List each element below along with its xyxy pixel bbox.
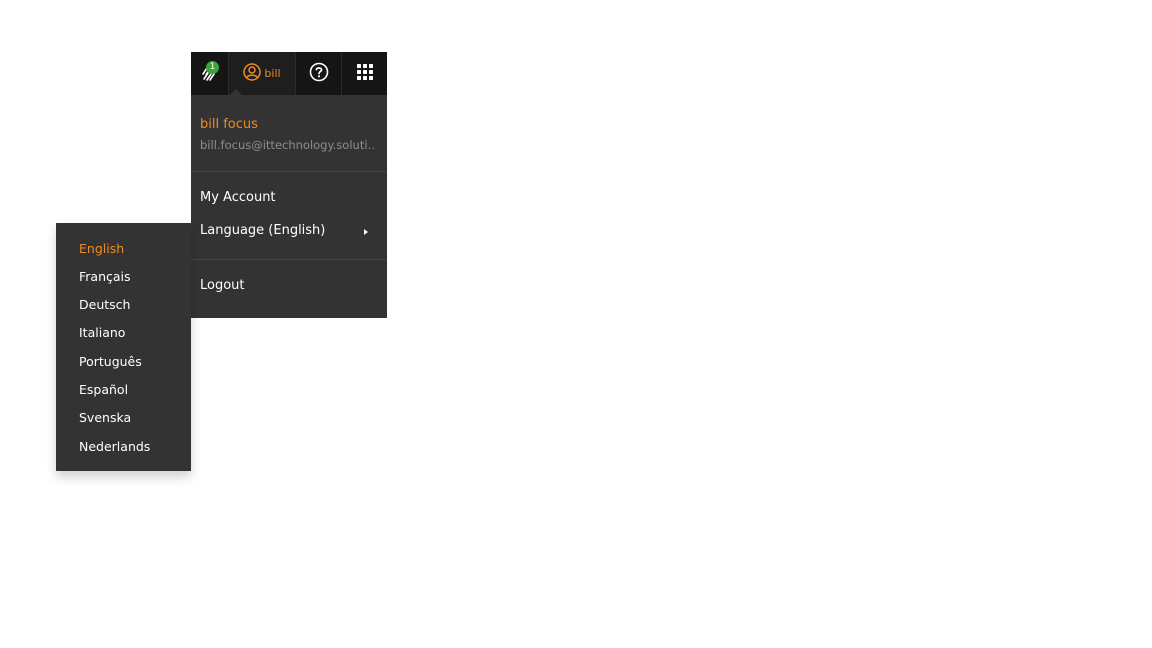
language-option-french[interactable]: Français: [79, 269, 131, 284]
user-dropdown-menu: bill focus bill.focus@ittechnology.solut…: [191, 95, 387, 318]
language-option-dutch[interactable]: Nederlands: [79, 439, 150, 454]
user-full-name: bill focus: [200, 117, 258, 132]
language-option-spanish[interactable]: Español: [79, 382, 128, 397]
menu-divider: [191, 259, 387, 260]
user-icon: [243, 62, 262, 85]
language-submenu: English Français Deutsch Italiano Portug…: [56, 223, 191, 471]
language-option-portuguese[interactable]: Português: [79, 354, 142, 369]
user-label: bill: [264, 67, 281, 80]
apps-grid-icon: [356, 63, 374, 85]
activity-button[interactable]: 1: [191, 52, 229, 95]
notification-badge: 1: [206, 61, 219, 74]
language-option-english[interactable]: English: [79, 241, 124, 256]
language-option-german[interactable]: Deutsch: [79, 297, 130, 312]
logout-menu-item[interactable]: Logout: [200, 278, 245, 293]
help-button[interactable]: [296, 52, 342, 95]
top-navigation-bar: 1 bill: [191, 52, 387, 95]
my-account-menu-item[interactable]: My Account: [200, 190, 276, 205]
submenu-arrow-icon: [364, 229, 368, 235]
help-icon: [309, 62, 329, 86]
language-option-swedish[interactable]: Svenska: [79, 410, 131, 425]
language-option-italian[interactable]: Italiano: [79, 325, 125, 340]
apps-button[interactable]: [342, 52, 387, 95]
language-menu-item[interactable]: Language (English): [200, 223, 325, 238]
menu-divider: [191, 171, 387, 172]
user-email: bill.focus@ittechnology.soluti…: [200, 138, 375, 152]
